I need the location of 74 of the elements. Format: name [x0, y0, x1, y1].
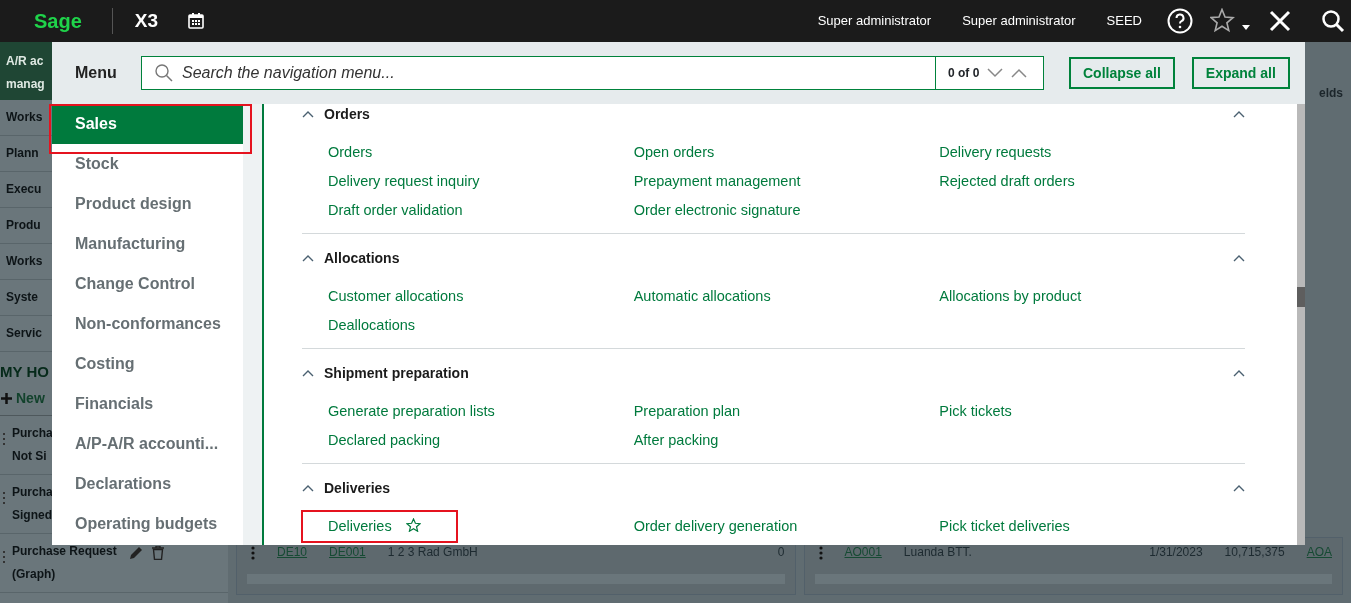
menu-title: Menu	[74, 63, 118, 84]
table-cell-text: 1 2 3 Rad GmbH	[387, 544, 478, 561]
menu-link[interactable]: Prepayment management	[633, 172, 801, 189]
menu-link[interactable]: Rejected draft orders	[939, 172, 1075, 189]
collapse-icon[interactable]	[302, 369, 314, 378]
expand-all-button[interactable]: Expand all	[1191, 57, 1290, 90]
collapse-icon[interactable]	[1233, 254, 1245, 263]
menu-link[interactable]: Customer allocations	[328, 287, 464, 304]
menu-module[interactable]: A/P-A/R accounti...	[52, 424, 243, 465]
table-cell-text: 10,715,375	[1224, 544, 1285, 561]
menu-link[interactable]: Declared packing	[328, 431, 441, 448]
search-bar[interactable]: Search the navigation menu... 0 of 0	[141, 56, 1044, 91]
section-title[interactable]: Allocations	[324, 247, 400, 269]
menu-link[interactable]: Draft order validation	[328, 201, 463, 218]
menu-link[interactable]: Delivery request inquiry	[328, 172, 480, 189]
menu-module[interactable]: Non-conformances	[52, 304, 243, 345]
menu-link[interactable]: Open orders	[633, 143, 715, 160]
menu-link[interactable]: Order delivery generation	[633, 517, 798, 534]
help-icon[interactable]	[1167, 8, 1193, 34]
menu-module[interactable]: Product design	[52, 184, 243, 225]
collapse-all-button[interactable]: Collapse all	[1069, 57, 1175, 90]
menu-link[interactable]: Pick tickets	[939, 402, 1012, 419]
section-title[interactable]: Deliveries	[324, 477, 391, 499]
role-name[interactable]: Super administrator	[962, 11, 1076, 31]
widget-title[interactable]: Purcha Not Si	[12, 421, 53, 468]
next-result-icon[interactable]	[987, 68, 1004, 79]
close-icon[interactable]	[1269, 10, 1291, 32]
favorites-star-icon[interactable]	[1210, 8, 1252, 34]
menu-link[interactable]: Automatic allocations	[633, 287, 771, 304]
folder-name[interactable]: SEED	[1106, 11, 1142, 31]
widget-title[interactable]: Purcha Signed	[12, 480, 53, 527]
menu-module[interactable]: Operating budgets	[52, 504, 243, 545]
search-icon	[154, 63, 174, 84]
collapse-icon[interactable]	[302, 110, 314, 119]
menu-module[interactable]: Manufacturing	[52, 224, 243, 265]
plus-icon	[1, 392, 12, 404]
calendar-icon[interactable]	[188, 13, 205, 29]
logo[interactable]: Sage	[34, 6, 82, 36]
result-counter: 0 of 0	[948, 65, 980, 83]
table-cell-text: 1/31/2023	[1149, 544, 1203, 561]
product-name: X3	[134, 8, 159, 33]
field-label: elds	[1319, 86, 1343, 100]
menu-module[interactable]: Change Control	[52, 264, 243, 305]
table-cell-text: Luanda BTT.	[903, 544, 972, 561]
collapse-icon[interactable]	[1233, 484, 1245, 493]
menu-module[interactable]: Financials	[52, 384, 243, 425]
previous-result-icon[interactable]	[1011, 68, 1028, 79]
menu-link[interactable]: Delivery requests	[939, 143, 1052, 160]
menu-link[interactable]: Deallocations	[328, 316, 416, 333]
delete-icon[interactable]	[151, 545, 164, 560]
section-title[interactable]: Orders	[324, 104, 370, 125]
section-title: MY HO	[0, 362, 49, 382]
menu-link[interactable]: Order electronic signature	[633, 201, 801, 218]
menu-link[interactable]: Allocations by product	[939, 287, 1082, 304]
table-cell-text: 0	[777, 544, 785, 561]
menu-module[interactable]: Declarations	[52, 464, 243, 505]
menu-module[interactable]: Stock	[52, 144, 243, 185]
search-icon[interactable]	[1321, 9, 1345, 33]
collapse-icon[interactable]	[1233, 369, 1245, 378]
menu-link[interactable]: Orders	[328, 143, 373, 160]
scrollbar[interactable]	[1297, 104, 1305, 545]
collapse-icon[interactable]	[1233, 110, 1245, 119]
menu-module[interactable]: Sales	[52, 104, 243, 145]
menu-link[interactable]: After packing	[633, 431, 719, 448]
user-name[interactable]: Super administrator	[817, 11, 932, 31]
favorite-star-icon[interactable]	[405, 517, 421, 532]
collapse-icon[interactable]	[302, 254, 314, 263]
menu-link[interactable]: Generate preparation lists	[328, 402, 495, 419]
collapse-icon[interactable]	[302, 484, 314, 493]
menu-link[interactable]: Preparation plan	[633, 402, 741, 419]
menu-link[interactable]: Pick ticket deliveries	[939, 517, 1070, 534]
menu-link[interactable]: Deliveries	[328, 517, 421, 534]
section-title[interactable]: Shipment preparation	[324, 362, 469, 384]
menu-module[interactable]: Costing	[52, 344, 243, 385]
